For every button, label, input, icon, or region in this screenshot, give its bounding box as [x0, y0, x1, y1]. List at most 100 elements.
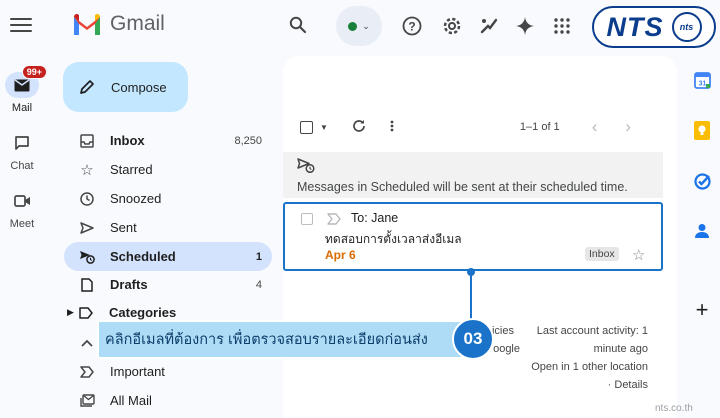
- nav-item-snoozed[interactable]: Snoozed: [64, 184, 272, 213]
- inbox-label-chip[interactable]: Inbox: [585, 247, 619, 261]
- svg-text:31: 31: [698, 80, 706, 87]
- nav-item-all-mail[interactable]: All Mail: [64, 386, 272, 415]
- nav-label: All Mail: [110, 393, 152, 408]
- chevron-down-icon: ⌄: [362, 20, 370, 31]
- rail-chat[interactable]: Chat: [0, 130, 44, 172]
- page-range: 1–1 of 1: [519, 121, 560, 133]
- important-icon: [78, 365, 96, 378]
- nav-label: Categories: [109, 305, 177, 320]
- callout-text: คลิกอีเมลที่ต้องการ เพื่อตรวจสอบรายละเอี…: [105, 332, 428, 348]
- important-marker-icon[interactable]: [327, 213, 341, 225]
- all-mail-icon: [78, 394, 96, 407]
- status-active-dot: [348, 21, 358, 31]
- rail-label: Mail: [11, 102, 33, 114]
- status-selector[interactable]: ⌄: [336, 6, 382, 46]
- other-locations: Open in 1 other location: [470, 361, 648, 373]
- callout-anchor-dot: [467, 268, 475, 276]
- scheduled-icon: [78, 250, 96, 264]
- compose-button[interactable]: Compose: [63, 62, 188, 112]
- email-recipient: To: Jane: [351, 211, 399, 225]
- rail-label: Chat: [10, 160, 34, 172]
- star-icon[interactable]: ☆: [632, 246, 645, 264]
- clock-icon: [78, 191, 96, 206]
- quick-tools-icon[interactable]: [472, 9, 506, 43]
- send-icon: [78, 221, 96, 234]
- star-icon: ☆: [80, 161, 94, 179]
- nav-item-inbox[interactable]: Inbox 8,250: [64, 126, 272, 155]
- compose-label: Compose: [111, 79, 167, 95]
- svg-text:?: ?: [408, 20, 415, 34]
- tasks-icon[interactable]: [692, 171, 712, 191]
- settings-gear-icon[interactable]: [435, 9, 469, 43]
- nav-item-drafts[interactable]: Drafts 4: [64, 270, 272, 299]
- nav-label: Starred: [110, 162, 153, 177]
- caret-right-icon: ▶: [67, 307, 74, 317]
- label-icon: [77, 306, 95, 319]
- nav-label: Sent: [110, 220, 137, 235]
- instruction-callout: คลิกอีเมลที่ต้องการ เพื่อตรวจสอบรายละเอี…: [97, 320, 463, 359]
- scheduled-info-banner: Messages in Scheduled will be sent at th…: [283, 152, 663, 198]
- nav-label: Scheduled: [110, 249, 176, 264]
- watermark: nts.co.th: [655, 403, 693, 414]
- chat-icon: [5, 130, 39, 156]
- contacts-icon[interactable]: [692, 221, 712, 241]
- more-options-icon[interactable]: [390, 120, 394, 135]
- keep-icon[interactable]: [692, 120, 712, 140]
- row-checkbox[interactable]: [301, 213, 313, 225]
- apps-grid-icon[interactable]: [545, 9, 579, 43]
- draft-icon: [78, 277, 96, 292]
- help-icon[interactable]: ?: [395, 9, 429, 43]
- nav-item-scheduled[interactable]: Scheduled 1: [64, 242, 272, 271]
- mail-icon: 99+: [5, 65, 47, 98]
- nav-item-starred[interactable]: ☆ Starred: [64, 155, 272, 184]
- menu-bar: [10, 24, 32, 26]
- add-addon-icon[interactable]: +: [692, 297, 712, 322]
- callout-connector: [470, 271, 472, 319]
- nav-label: Snoozed: [110, 191, 162, 206]
- rail-meet[interactable]: Meet: [0, 188, 44, 230]
- nav-count: 1: [255, 250, 262, 263]
- step-number-badge: 03: [452, 318, 494, 360]
- brand-logo: NTS nts: [592, 6, 716, 48]
- step-number: 03: [463, 329, 483, 348]
- menu-bar: [10, 30, 32, 32]
- nav-count: 8,250: [234, 134, 262, 147]
- refresh-icon[interactable]: [352, 119, 366, 136]
- calendar-icon[interactable]: 31: [692, 70, 712, 90]
- video-icon: [5, 188, 39, 214]
- details-text: · Details: [607, 379, 648, 391]
- unread-badge: 99+: [21, 65, 47, 79]
- gmail-logo[interactable]: Gmail: [72, 12, 165, 36]
- email-scheduled-date: Apr 6: [325, 248, 356, 262]
- chevron-right-icon[interactable]: ›: [625, 117, 631, 137]
- list-toolbar: ▼ 1–1 of 1 ‹ ›: [300, 116, 660, 138]
- inbox-icon: [78, 133, 96, 148]
- chevron-up-icon: [78, 339, 96, 347]
- menu-bar: [10, 18, 32, 20]
- location-line: Open in 1 other location: [531, 361, 648, 373]
- nav-item-important[interactable]: Important: [64, 357, 272, 386]
- select-all-checkbox[interactable]: [300, 120, 313, 134]
- nav-label: Important: [110, 364, 165, 379]
- brand-badge: nts: [671, 12, 702, 42]
- nav-item-sent[interactable]: Sent: [64, 213, 272, 242]
- rail-label: Meet: [9, 218, 35, 230]
- main-menu-button[interactable]: [10, 14, 32, 36]
- brand-text: NTS: [606, 11, 664, 42]
- gmail-m-icon: [74, 13, 100, 35]
- nav-label: Drafts: [110, 277, 148, 292]
- details-link[interactable]: · Details: [470, 379, 648, 391]
- search-icon[interactable]: [281, 8, 315, 42]
- scheduled-send-icon: [297, 158, 315, 174]
- gemini-sparkle-icon[interactable]: [508, 9, 542, 43]
- email-subject: ทดสอบการตั้งเวลาส่งอีเมล: [325, 232, 462, 246]
- banner-text: Messages in Scheduled will be sent at th…: [297, 180, 628, 194]
- nav-count: 4: [255, 278, 262, 291]
- pencil-icon: [80, 80, 94, 94]
- email-row[interactable]: To: Jane ทดสอบการตั้งเวลาส่งอีเมล Apr 6 …: [283, 202, 663, 271]
- rail-mail[interactable]: 99+ Mail: [0, 65, 47, 114]
- nav-label: Inbox: [110, 133, 145, 148]
- select-dropdown-icon[interactable]: ▼: [320, 123, 328, 132]
- app-name: Gmail: [110, 12, 165, 35]
- chevron-left-icon[interactable]: ‹: [592, 117, 598, 137]
